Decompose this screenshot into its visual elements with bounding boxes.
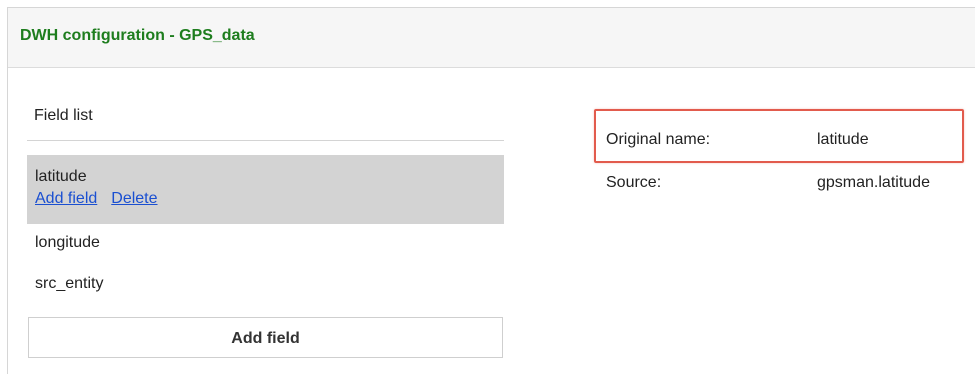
field-list-item-src-entity[interactable]: src_entity (27, 269, 504, 299)
original-name-label: Original name: (606, 131, 711, 148)
delete-link[interactable]: Delete (111, 190, 157, 207)
add-field-button[interactable]: Add field (28, 317, 503, 358)
field-list-item-latitude[interactable]: latitude Add field Delete (27, 155, 504, 224)
page-title: DWH configuration - GPS_data (20, 27, 255, 44)
add-field-link[interactable]: Add field (35, 190, 97, 207)
panel-header: DWH configuration - GPS_data (8, 8, 975, 68)
field-name: longitude (35, 234, 100, 251)
field-name: src_entity (35, 275, 104, 292)
source-value: gpsman.latitude (817, 174, 930, 191)
field-list-item-longitude[interactable]: longitude (27, 228, 504, 258)
field-list-divider (27, 140, 504, 141)
source-label: Source: (606, 174, 662, 191)
field-row-actions: Add field Delete (35, 190, 158, 208)
field-list-title: Field list (34, 107, 93, 124)
field-name: latitude (35, 168, 87, 185)
original-name-value: latitude (817, 131, 869, 148)
